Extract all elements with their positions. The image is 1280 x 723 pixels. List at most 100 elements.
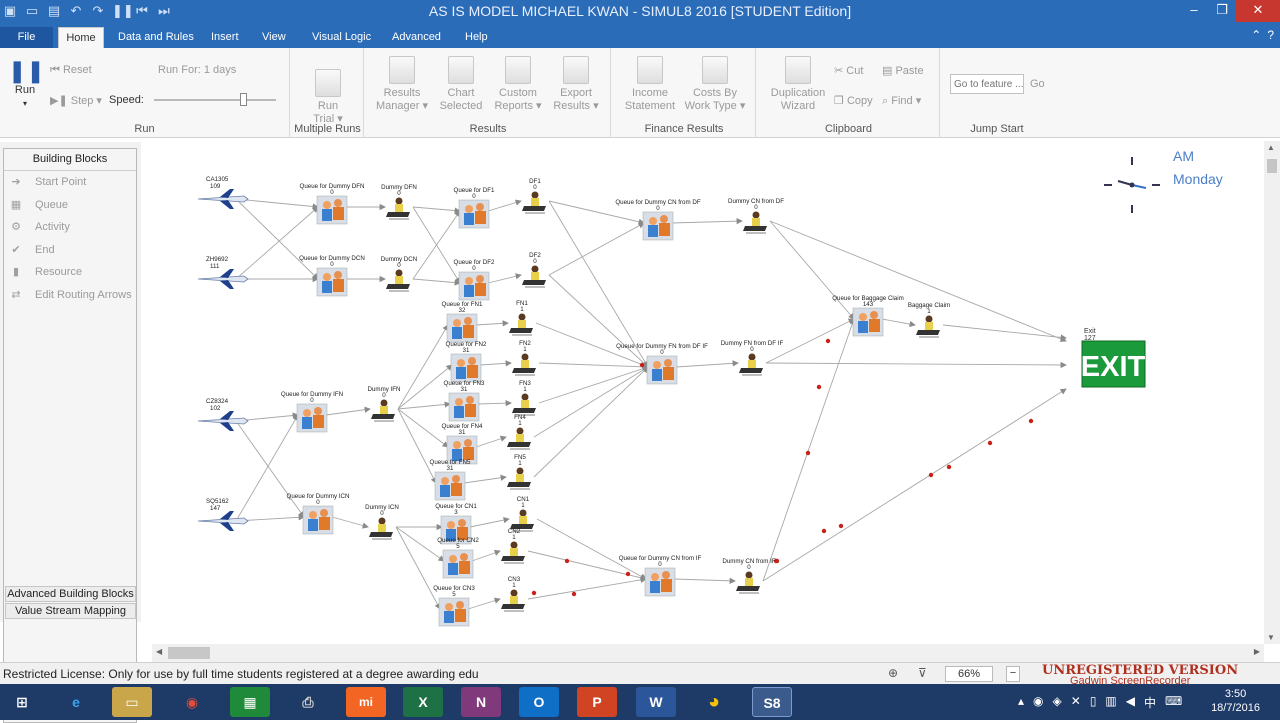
vertical-scrollbar[interactable]: ▲ ▼ bbox=[1264, 141, 1280, 644]
value-stream-mapping-button[interactable]: Value Stream Mapping bbox=[5, 603, 136, 619]
network-icon[interactable]: ▥ bbox=[1105, 694, 1116, 711]
mi-icon[interactable]: mi bbox=[346, 687, 386, 717]
routing-arrow[interactable] bbox=[673, 577, 736, 584]
activity-node[interactable]: FN51 bbox=[507, 454, 531, 490]
routing-arrow[interactable] bbox=[235, 198, 319, 280]
block-resource[interactable]: ▮ Resource bbox=[4, 261, 136, 284]
onenote-icon[interactable]: N bbox=[461, 687, 501, 717]
routing-arrow[interactable] bbox=[397, 364, 453, 410]
taskbar-clock[interactable]: 3:50 18/7/2016 bbox=[1211, 687, 1260, 715]
routing-arrow[interactable] bbox=[397, 408, 449, 448]
cut-button[interactable]: ✂ Cut bbox=[834, 64, 863, 77]
routing-arrow[interactable] bbox=[765, 361, 1067, 369]
vertical-scroll-thumb[interactable] bbox=[1267, 159, 1277, 173]
queue-node[interactable]: Queue for Baggage Claim143 bbox=[832, 295, 904, 337]
routing-arrow[interactable] bbox=[471, 549, 501, 562]
routing-arrow[interactable] bbox=[412, 278, 461, 286]
routing-arrow[interactable] bbox=[538, 362, 649, 370]
windows-start-icon[interactable]: ⊞ bbox=[2, 687, 42, 717]
run-button[interactable]: ❚❚ Run ▾ bbox=[8, 58, 45, 110]
activity-node[interactable]: FN21 bbox=[512, 340, 536, 376]
queue-node[interactable]: Queue for CN25 bbox=[437, 537, 479, 579]
routing-arrow[interactable] bbox=[675, 360, 739, 368]
activity-node[interactable]: Dummy CN from IF0 bbox=[722, 558, 776, 594]
speed-slider-thumb[interactable] bbox=[240, 93, 247, 106]
queue-node[interactable]: Queue for Dummy ICN0 bbox=[287, 493, 350, 535]
routing-arrow[interactable] bbox=[533, 366, 649, 478]
minimize-button[interactable]: – bbox=[1180, 0, 1208, 22]
queue-node[interactable]: Queue for FN431 bbox=[442, 423, 483, 465]
keyboard-icon[interactable]: ⌨ bbox=[1165, 694, 1182, 711]
powerpoint-icon[interactable]: P bbox=[577, 687, 617, 717]
results-manager-button[interactable]: Results Manager ▾ bbox=[374, 56, 430, 113]
collapse-ribbon-icon[interactable]: ⌃ bbox=[1251, 28, 1261, 42]
activity-node[interactable]: CN21 bbox=[501, 528, 525, 564]
routing-arrow[interactable] bbox=[235, 420, 305, 518]
start-point-zh9692[interactable]: ZH9692111 bbox=[197, 256, 249, 289]
tab-file[interactable]: File bbox=[0, 27, 53, 48]
queue-node[interactable]: Queue for Dummy IFN0 bbox=[281, 391, 343, 433]
activity-node[interactable]: Dummy DCN0 bbox=[381, 256, 417, 292]
scroll-right-icon[interactable]: ▶ bbox=[1254, 647, 1260, 656]
speed-slider[interactable] bbox=[154, 93, 276, 106]
reset-button[interactable]: ⏮ Reset bbox=[50, 64, 92, 77]
scroll-down-icon[interactable]: ▼ bbox=[1267, 633, 1275, 642]
income-statement-button[interactable]: Income Statement bbox=[623, 56, 677, 113]
routing-arrow[interactable] bbox=[475, 435, 507, 448]
start-point-sq5162[interactable]: SQ5162147 bbox=[197, 498, 249, 531]
model-diagram[interactable]: CA1305109ZH9692111CZ8324102SQ5162147Queu… bbox=[152, 141, 1264, 644]
tab-data-and-rules[interactable]: Data and Rules bbox=[108, 27, 204, 48]
activity-node[interactable]: CN11 bbox=[510, 496, 534, 532]
zoom-fit-icon[interactable]: ⊕ bbox=[888, 666, 898, 680]
routing-arrow[interactable] bbox=[487, 273, 522, 284]
routing-arrow[interactable] bbox=[942, 324, 1067, 341]
printer-icon[interactable]: ⎙ bbox=[288, 687, 328, 717]
copy-button[interactable]: ❐ Copy bbox=[834, 94, 873, 107]
chart-selected-button[interactable]: Chart Selected bbox=[436, 56, 486, 113]
routing-arrow[interactable] bbox=[397, 408, 437, 484]
horizontal-scrollbar[interactable]: ◀ ▶ bbox=[152, 644, 1264, 662]
queue-node[interactable]: Queue for CN35 bbox=[433, 585, 475, 627]
routing-arrow[interactable] bbox=[762, 318, 856, 582]
restore-button[interactable]: ❐ bbox=[1208, 0, 1236, 22]
routing-arrow[interactable] bbox=[397, 401, 451, 410]
help-icon[interactable]: ? bbox=[1267, 28, 1274, 42]
advanced-building-blocks-button[interactable]: Advanced Building Blocks bbox=[5, 586, 136, 602]
routing-arrow[interactable] bbox=[671, 218, 743, 225]
routing-arrow[interactable] bbox=[412, 210, 461, 280]
start-point-cz8324[interactable]: CZ8324102 bbox=[197, 398, 249, 431]
tray-app-icon[interactable]: ◉ bbox=[1033, 694, 1043, 711]
tab-insert[interactable]: Insert bbox=[201, 27, 249, 48]
activity-node[interactable]: DF10 bbox=[522, 178, 546, 214]
custom-reports-button[interactable]: Custom Reports ▾ bbox=[492, 56, 544, 113]
queue-node[interactable]: Queue for FN331 bbox=[444, 380, 485, 422]
tab-visual-logic[interactable]: Visual Logic bbox=[302, 27, 381, 48]
activity-node[interactable]: FN41 bbox=[507, 414, 531, 450]
volume-icon[interactable]: ◀ bbox=[1126, 694, 1135, 711]
scroll-left-icon[interactable]: ◀ bbox=[156, 647, 162, 656]
jump-start-input[interactable] bbox=[950, 74, 1024, 94]
costs-by-work-type-button[interactable]: Costs By Work Type ▾ bbox=[683, 56, 747, 113]
routing-arrow[interactable] bbox=[536, 518, 647, 580]
routing-arrow[interactable] bbox=[235, 414, 299, 522]
routing-arrow[interactable] bbox=[533, 366, 649, 438]
routing-arrow[interactable] bbox=[477, 400, 512, 407]
activity-node[interactable]: CN31 bbox=[501, 576, 525, 612]
step-button[interactable]: ▶❚ Step ▾ bbox=[50, 94, 102, 107]
tab-help[interactable]: Help bbox=[455, 27, 498, 48]
activity-node[interactable]: FN31 bbox=[512, 380, 536, 416]
tab-home[interactable]: Home bbox=[58, 27, 104, 48]
zoom-level[interactable]: 66% bbox=[945, 666, 993, 682]
file-explorer-icon[interactable]: ▭ bbox=[112, 687, 152, 717]
close-button[interactable]: ✕ bbox=[1236, 0, 1280, 22]
zoom-dropdown-icon[interactable]: ⊽ bbox=[918, 666, 927, 680]
activity-node[interactable]: Baggage Claim1 bbox=[908, 302, 950, 338]
routing-arrow[interactable] bbox=[769, 220, 1067, 342]
routing-arrow[interactable] bbox=[487, 199, 522, 212]
scroll-up-icon[interactable]: ▲ bbox=[1267, 143, 1275, 152]
word-icon[interactable]: W bbox=[636, 687, 676, 717]
excel-icon[interactable]: X bbox=[403, 687, 443, 717]
block-edit-routing-arrows[interactable]: ⇄ Edit Routing Arrows bbox=[4, 284, 136, 307]
battery-icon[interactable]: ▯ bbox=[1090, 694, 1097, 711]
run-trial-button[interactable]: Run Trial ▾ bbox=[302, 56, 354, 126]
